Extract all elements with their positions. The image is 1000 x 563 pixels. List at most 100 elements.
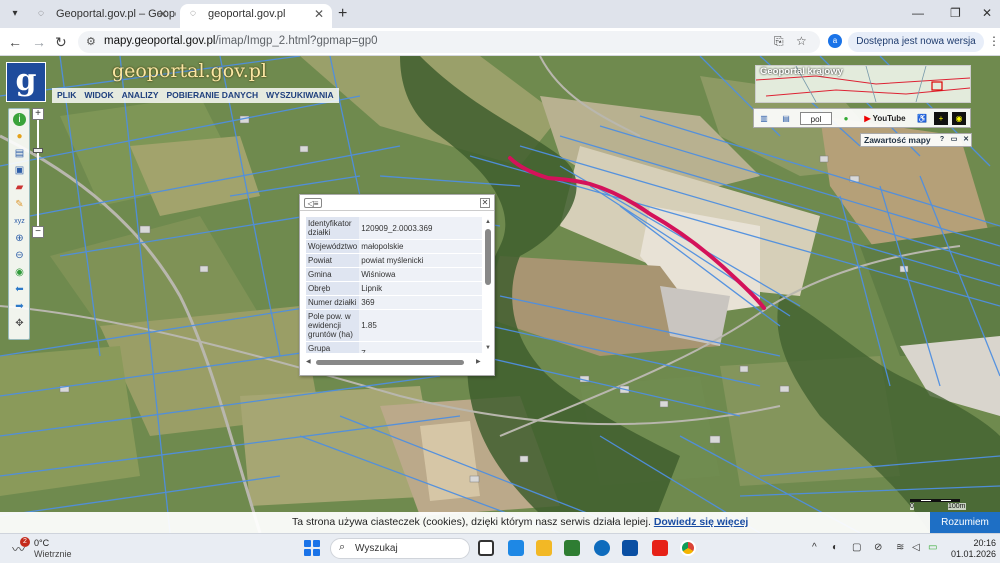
chrome-app-icon[interactable] (680, 540, 696, 556)
map-content-label: Zawartość mapy (864, 135, 931, 145)
bookmark-star-icon[interactable]: ☆ (796, 34, 807, 48)
start-button[interactable] (304, 540, 320, 556)
menu-item-plik[interactable]: PLIK (54, 88, 79, 103)
menu-item-pobieranie-danych[interactable]: POBIERANIE DANYCH (164, 88, 262, 103)
file-explorer-icon[interactable] (536, 540, 552, 556)
pan-icon[interactable]: ✥ (13, 317, 26, 330)
weather-widget[interactable]: 〰 2 0°C Wietrznie (12, 537, 92, 561)
address-bar[interactable]: ⚙ mapy.geoportal.gov.pl/imap/Imgp_2.html… (78, 31, 820, 53)
taskbar-search[interactable]: ⌕ Wyszukaj (330, 538, 470, 559)
attribute-key: Pole pow. w ewidencji gruntów (ha) (306, 309, 360, 342)
reload-button[interactable]: ↻ (55, 33, 67, 51)
cookie-accept-button[interactable]: Rozumiem (930, 512, 1000, 533)
attribute-value: Lipnik (359, 281, 482, 296)
clock-date: 01.01.2026 (950, 549, 996, 559)
scroll-up-icon[interactable]: ▲ (484, 219, 492, 225)
scrollbar-thumb[interactable] (316, 360, 464, 365)
profile-avatar[interactable]: a (828, 34, 842, 48)
close-window-button[interactable]: ✕ (982, 6, 992, 20)
install-app-icon[interactable]: ⎘ (774, 34, 784, 49)
task-view-icon[interactable] (478, 540, 494, 556)
gis-icon[interactable]: ● (840, 112, 852, 125)
help-book-icon[interactable]: ▥ (758, 112, 770, 125)
tray-network-off-icon[interactable]: ⊘ (874, 542, 882, 553)
list-view-icon[interactable]: ◁≡ (304, 198, 322, 208)
zoom-slider-track[interactable] (37, 120, 39, 226)
chrome-update-button[interactable]: Dostępna jest nowa wersja Chrome (848, 32, 984, 67)
back-button[interactable]: ← (8, 33, 22, 51)
taskbar-clock[interactable]: 20:16 01.01.2026 (946, 538, 996, 560)
site-info-icon[interactable]: ⚙ (86, 35, 96, 48)
tray-overflow-icon[interactable]: ^ (812, 542, 817, 553)
dell-app-icon[interactable] (622, 540, 638, 556)
restore-button[interactable]: ❐ (950, 6, 961, 20)
scroll-right-icon[interactable]: ▶ (476, 358, 481, 365)
eye-icon[interactable]: ◉ (952, 112, 966, 125)
map-viewport[interactable]: g geoportal.gov.pl PLIK WIDOK ANALIZY PO… (0, 56, 1000, 533)
cookie-learn-more-link[interactable]: Dowiedz się więcej (654, 516, 749, 528)
cookie-message-text: Ta strona używa ciasteczek (cookies), dz… (292, 516, 651, 528)
popup-vertical-scrollbar[interactable]: ▲ ▼ (484, 219, 492, 353)
info-icon[interactable]: i (13, 113, 26, 126)
bookmark-icon[interactable]: ▰ (13, 181, 26, 194)
tab-close-icon[interactable]: ✕ (314, 4, 324, 24)
print-map-icon[interactable]: ▤ (780, 112, 792, 125)
previous-view-icon[interactable]: ⬅ (13, 283, 26, 296)
cookie-message: Ta strona używa ciasteczek (cookies), dz… (292, 516, 748, 528)
popup-close-button[interactable]: ✕ (480, 198, 490, 208)
overview-map-label: Geoportal krajowy (760, 66, 843, 77)
scroll-left-icon[interactable]: ◀ (306, 358, 311, 365)
high-contrast-icon[interactable]: + (934, 112, 948, 125)
tab-search-button[interactable]: ▾ (6, 5, 24, 23)
print-icon[interactable]: ▣ (13, 164, 26, 177)
language-select[interactable]: pol (800, 112, 832, 125)
search-placeholder: Wyszukaj (355, 543, 398, 554)
new-tab-button[interactable]: + (338, 5, 347, 23)
menu-item-widok[interactable]: WIDOK (81, 88, 116, 103)
tab-close-icon[interactable]: ✕ (158, 4, 168, 24)
volume-icon[interactable]: ◁ (912, 542, 920, 553)
scrollbar-thumb[interactable] (485, 229, 491, 285)
chrome-menu-icon[interactable]: ⋮ (988, 34, 1000, 48)
windows-taskbar: 〰 2 0°C Wietrznie ⌕ Wyszukaj ^ ◐ ▢ ⊘ ≋ ◁… (0, 533, 1000, 563)
attribute-value: Wiśniowa (359, 267, 482, 282)
wifi-icon[interactable]: ≋ (896, 542, 904, 553)
full-extent-icon[interactable]: ◉ (13, 266, 26, 279)
tray-app-icon[interactable]: ◐ (832, 542, 838, 553)
clock-time: 20:16 (973, 538, 996, 548)
youtube-app-icon[interactable] (652, 540, 668, 556)
help-icon[interactable]: ? (937, 135, 947, 145)
tray-camera-icon[interactable]: ▢ (852, 542, 861, 553)
zoom-in-icon[interactable]: ⊕ (13, 232, 26, 245)
zoom-slider-knob[interactable] (33, 148, 43, 153)
map-tools-toolbar: i ● ▤ ▣ ▰ ✎ xyz ⊕ ⊖ ◉ ⬅ ➡ ✥ (8, 108, 30, 340)
battery-icon[interactable]: ▭ (928, 542, 937, 553)
geoportal-logo[interactable]: g (6, 62, 46, 102)
tab-geoportal-map[interactable]: ◌ geoportal.gov.pl ✕ (180, 4, 332, 28)
map-scale-bar: 0 100m (910, 496, 972, 510)
menu-item-analizy[interactable]: ANALIZY (119, 88, 162, 103)
scroll-down-icon[interactable]: ▼ (484, 345, 492, 351)
menu-item-wyszukiwania[interactable]: WYSZUKIWANIA (263, 88, 337, 103)
map-content-panel-header[interactable]: Zawartość mapy ? ▭ ✕ (860, 133, 972, 147)
tab-geoportal-info[interactable]: ◌ Geoportal.gov.pl – Geoportal Inf ✕ (28, 4, 176, 28)
xyz-coordinates-icon[interactable]: xyz (13, 215, 26, 228)
edge-browser-icon[interactable] (594, 540, 610, 556)
zoom-slider[interactable]: + − (32, 108, 44, 238)
zoom-minus-button[interactable]: − (32, 226, 44, 238)
calendar-app-icon[interactable] (508, 540, 524, 556)
store-app-icon[interactable] (564, 540, 580, 556)
popup-horizontal-scrollbar[interactable]: ◀ ▶ (306, 359, 484, 367)
minimize-panel-icon[interactable]: ▭ (949, 135, 959, 145)
next-view-icon[interactable]: ➡ (13, 300, 26, 313)
forward-button[interactable]: → (32, 33, 46, 51)
accessibility-icon[interactable]: ♿ (916, 112, 928, 125)
close-panel-icon[interactable]: ✕ (961, 135, 971, 145)
zoom-out-icon[interactable]: ⊖ (13, 249, 26, 262)
pencil-icon[interactable]: ✎ (13, 198, 26, 211)
layers-icon[interactable]: ▤ (13, 147, 26, 160)
youtube-link[interactable]: ▶ YouTube (862, 112, 908, 125)
minimize-button[interactable]: — (912, 6, 924, 20)
globe-icon[interactable]: ● (13, 130, 26, 143)
zoom-plus-button[interactable]: + (32, 108, 44, 120)
